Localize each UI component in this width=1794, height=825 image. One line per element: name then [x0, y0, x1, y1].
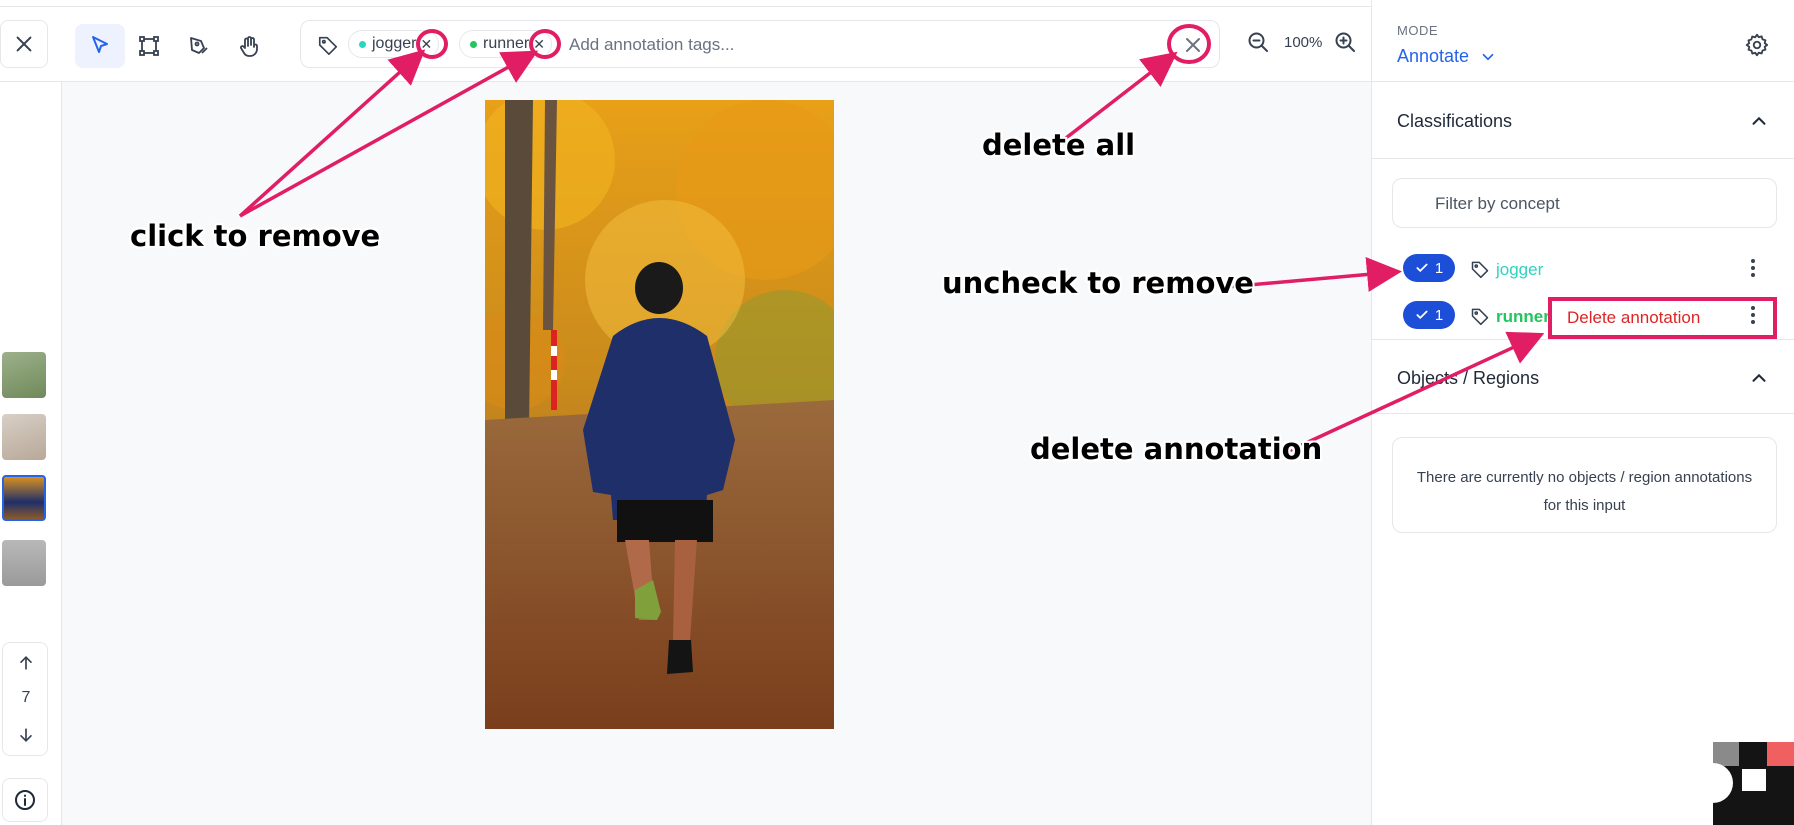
hand-icon	[237, 34, 261, 58]
classification-label: jogger	[1496, 260, 1544, 279]
zoom-level: 100%	[1284, 34, 1323, 51]
empty-state-line: There are currently no objects / region …	[1416, 469, 1753, 486]
mode-label: MODE	[1397, 23, 1438, 38]
thumbnail[interactable]	[2, 352, 46, 398]
tag-bar: jogger ✕ runner ✕	[300, 20, 1220, 68]
zoom-in-icon[interactable]	[1333, 30, 1357, 54]
close-icon	[13, 33, 35, 55]
check-icon	[1415, 261, 1429, 275]
thumbnail[interactable]	[2, 414, 46, 460]
check-icon	[1415, 308, 1429, 322]
tag-chip-runner: runner ✕	[459, 30, 552, 58]
pointer-icon	[88, 34, 112, 58]
tag-input[interactable]	[569, 33, 1149, 57]
classification-count-toggle[interactable]: 1	[1403, 301, 1455, 329]
close-button[interactable]	[0, 20, 48, 68]
arrow-up-icon[interactable]	[16, 653, 36, 673]
panel-divider	[1371, 81, 1794, 82]
annotation-delete-all: delete all	[982, 128, 1136, 162]
thumbnail[interactable]	[2, 540, 46, 586]
input-image	[485, 100, 834, 729]
classification-count-toggle[interactable]: 1	[1403, 254, 1455, 282]
settings-gear-icon[interactable]	[1744, 32, 1770, 58]
menu-item-label: Delete annotation	[1567, 308, 1701, 327]
empty-state: There are currently no objects / region …	[1392, 437, 1777, 533]
info-button[interactable]	[2, 778, 48, 822]
more-options-icon[interactable]	[1750, 256, 1756, 280]
chevron-down-icon	[1479, 48, 1497, 66]
tag-icon	[1470, 259, 1490, 279]
pointer-tool[interactable]	[75, 24, 125, 68]
zoom-out-icon[interactable]	[1246, 30, 1270, 54]
classification-count: 1	[1434, 259, 1444, 277]
tag-icon	[1470, 306, 1490, 326]
annotation-uncheck-to-remove: uncheck to remove	[942, 266, 1254, 300]
delete-annotation-menu-item[interactable]: Delete annotation	[1548, 297, 1777, 339]
bounding-box-tool[interactable]	[124, 24, 174, 68]
objects-regions-title: Objects / Regions	[1397, 368, 1540, 388]
corner-logo-icon	[1713, 742, 1794, 825]
hand-tool[interactable]	[224, 24, 274, 68]
more-options-icon[interactable]	[1750, 303, 1756, 327]
arrow-down-icon[interactable]	[16, 725, 36, 745]
pen-icon	[187, 34, 211, 58]
filter-concept-input[interactable]	[1435, 192, 1735, 216]
annotation-click-to-remove: click to remove	[130, 219, 381, 253]
empty-state-line: for this input	[1543, 497, 1626, 514]
pager: 7	[2, 642, 48, 756]
chevron-up-icon[interactable]	[1748, 110, 1770, 132]
tag-dot	[359, 40, 366, 48]
annotation-delete-annotation: delete annotation	[1030, 432, 1323, 466]
tag-chip-label: jogger	[372, 35, 417, 52]
remove-tag-icon[interactable]: ✕	[533, 37, 545, 51]
pen-tool[interactable]	[174, 24, 224, 68]
mode-value: Annotate	[1397, 46, 1470, 66]
panel-divider	[1371, 413, 1794, 414]
classification-count: 1	[1434, 306, 1444, 324]
clear-all-icon[interactable]	[1181, 33, 1205, 57]
panel-divider	[1371, 158, 1794, 159]
thumbnail-selected[interactable]	[2, 475, 46, 521]
bounding-box-icon	[137, 34, 161, 58]
remove-tag-icon[interactable]: ✕	[420, 37, 432, 51]
panel-divider	[1371, 339, 1794, 340]
tag-dot	[470, 40, 477, 48]
page-number: 7	[21, 689, 31, 706]
classification-label: runner	[1496, 307, 1550, 326]
tag-icon	[317, 34, 339, 56]
tag-chip-label: runner	[483, 35, 530, 52]
tag-chip-jogger: jogger ✕	[348, 30, 440, 58]
info-icon	[13, 788, 37, 812]
classifications-title: Classifications	[1397, 111, 1513, 131]
mode-select[interactable]: Annotate	[1397, 46, 1497, 67]
chevron-up-icon[interactable]	[1748, 367, 1770, 389]
